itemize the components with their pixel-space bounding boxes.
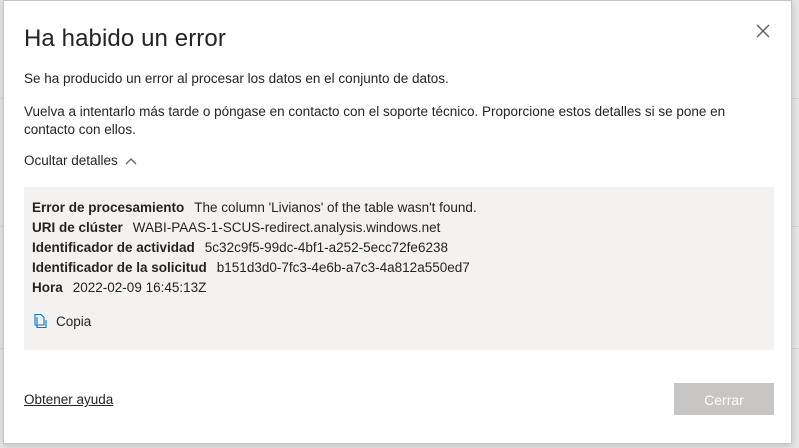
detail-value: WABI-PAAS-1-SCUS-redirect.analysis.windo… — [132, 220, 441, 235]
detail-label: Identificador de la solicitud — [32, 260, 207, 275]
detail-value: 2022-02-09 16:45:13Z — [72, 280, 207, 295]
detail-row: Identificador de la solicitud b151d3d0-7f… — [32, 259, 470, 277]
copy-button[interactable]: Copia — [32, 313, 91, 329]
hide-details-toggle[interactable]: Ocultar detalles — [24, 152, 137, 170]
detail-label: Hora — [32, 280, 63, 295]
detail-label: Identificador de actividad — [32, 240, 195, 255]
get-help-link[interactable]: Obtener ayuda — [24, 392, 113, 407]
detail-row: Identificador de actividad 5c32c9f5-99dc-… — [32, 239, 448, 257]
dialog-title: Ha habido un error — [24, 25, 226, 52]
copy-label: Copia — [56, 313, 92, 329]
error-message: Se ha producido un error al procesar los… — [24, 71, 449, 86]
detail-value: The column 'Livianos' of the table wasn'… — [194, 200, 477, 215]
hide-details-label: Ocultar detalles — [24, 153, 118, 168]
detail-row: Hora 2022-02-09 16:45:13Z — [32, 279, 206, 297]
details-panel: Error de procesamiento The column 'Livian… — [24, 187, 774, 350]
error-dialog: Ha habido un error Se ha producido un er… — [3, 0, 792, 444]
detail-label: Error de procesamiento — [32, 200, 185, 215]
close-button[interactable] — [753, 21, 773, 41]
chevron-up-icon — [125, 158, 137, 165]
detail-value: b151d3d0-7fc3-4e6b-a7c3-4a812a550ed7 — [216, 260, 470, 275]
detail-row: Error de procesamiento The column 'Livian… — [32, 199, 477, 217]
detail-value: 5c32c9f5-99dc-4bf1-a252-5ecc72fe6238 — [204, 240, 448, 255]
support-message: Vuelva a intentarlo más tarde o póngase … — [24, 104, 726, 137]
copy-icon — [34, 313, 47, 329]
detail-row: URI de clúster WABI-PAAS-1-SCUS-redirect.… — [32, 219, 440, 237]
detail-label: URI de clúster — [32, 220, 123, 235]
close-icon — [756, 24, 770, 38]
close-dialog-button[interactable]: Cerrar — [674, 383, 774, 415]
